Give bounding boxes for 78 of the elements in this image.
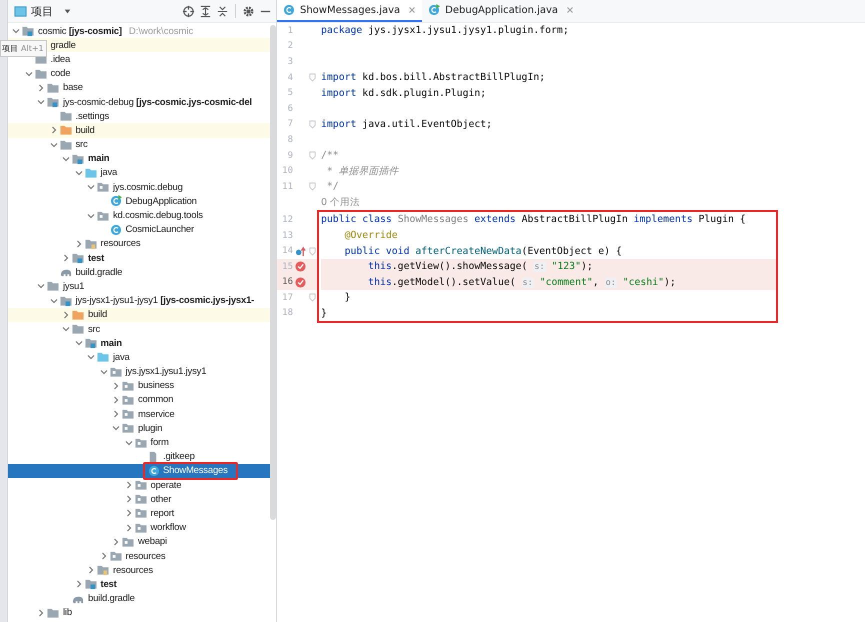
item-label: webapi [138, 536, 167, 548]
item-label: common [138, 394, 174, 406]
item-label: plugin [138, 422, 162, 434]
item-label: lib [63, 607, 72, 618]
item-label: report [150, 508, 174, 519]
line-number: 4 [286, 72, 293, 83]
item-label: workflow [150, 522, 186, 534]
line-number: 10 [281, 166, 293, 176]
item-label: build [88, 309, 108, 320]
line-number: 13 [281, 230, 293, 241]
line-number: 8 [286, 134, 293, 145]
item-label: jys.cosmic.debug [113, 182, 183, 193]
line-number: 9 [286, 150, 293, 161]
tab-label: DebugApplication.java [445, 4, 558, 16]
item-label: mservice [138, 408, 174, 420]
item-label: resources [100, 238, 140, 250]
line-number: 17 [281, 292, 293, 303]
code-line: this.getModel().setValue( s: "comment", o: "ceshi"); [367, 276, 676, 288]
item-label: test [88, 252, 104, 264]
code-line: import kd.sdk.plugin.Plugin; [321, 88, 486, 99]
code-line: this.getView().showMessage( s: "123"); [367, 261, 593, 272]
line-number: 5 [286, 88, 293, 98]
line-number: 1 [286, 26, 293, 36]
code-line: import java.util.EventObject; [321, 118, 492, 130]
item-label: src [88, 324, 100, 335]
item-label: .idea [50, 54, 70, 65]
item-label: .gitkeep [163, 451, 195, 462]
item-label: CosmicLauncher [126, 224, 194, 236]
item-label: other [150, 494, 172, 505]
item-label: .settings [76, 110, 110, 122]
code-line: /** [321, 150, 339, 162]
item-label: build.gradle [88, 593, 135, 604]
item-label: jys.jysx1.jysu1.jysy1 [126, 366, 206, 378]
code-line: * 单据界面插件 [326, 164, 399, 178]
item-label: business [138, 380, 174, 392]
item-label: src [76, 139, 88, 150]
line-number: 18 [281, 308, 293, 318]
line-number: 6 [286, 104, 293, 114]
code-line: public void afterCreateNewData(EventObject e) { [344, 246, 622, 257]
item-label: build [76, 124, 95, 136]
item-label: ShowMessages [163, 465, 228, 476]
item-label: form [150, 437, 169, 448]
item-label: resources [113, 564, 153, 576]
item-label: resources [126, 550, 166, 562]
code-line: import kd.bos.bill.AbstractBillPlugIn; [321, 72, 546, 84]
item-label: java [113, 352, 130, 363]
line-number: 12 [281, 214, 293, 225]
item-label: main [88, 153, 110, 164]
item-label: operate [150, 480, 182, 491]
item-label: base [63, 82, 83, 94]
item-label: jys-jysx1-jysu1-jysy1 [jys-cosmic.jys-jysx1- [76, 295, 254, 306]
item-label: DebugApplication [126, 196, 197, 207]
item-label: kd.cosmic.debug.tools [113, 210, 203, 222]
item-label: cosmic [jys-cosmic] [38, 26, 122, 37]
line-number: 7 [286, 119, 293, 130]
code-line: } [321, 308, 327, 319]
item-label: gradle [50, 40, 76, 51]
item-label: build.gradle [76, 266, 122, 278]
line-number: 2 [286, 41, 293, 52]
line-number: 11 [281, 182, 293, 192]
item-label: code [50, 68, 70, 80]
item-label: test [100, 578, 117, 590]
code-line: */ [326, 181, 339, 192]
line-number: 15 [281, 262, 293, 272]
line-number: 16 [281, 277, 293, 288]
tooltip-shortcut: Alt+1 [21, 44, 44, 53]
line-number: 3 [286, 56, 293, 67]
item-label: main [100, 338, 122, 349]
item-label: java [100, 167, 118, 178]
code-line: @Override [344, 230, 398, 242]
code-line: } [344, 292, 350, 304]
code-line: package jys.jysx1.jysu1.jysy1.plugin.form; [321, 25, 569, 36]
item-path: D:\work\cosmic [128, 26, 194, 37]
item-label: jys-cosmic-debug [jys-cosmic.jys-cosmic-del [63, 96, 252, 108]
tab-label: ShowMessages.java [300, 4, 400, 16]
item-label: jysu1 [63, 280, 84, 292]
code-line: public class ShowMessages extends AbstractBillPlugIn implements Plugin { [321, 214, 746, 226]
line-number: 14 [281, 246, 293, 256]
